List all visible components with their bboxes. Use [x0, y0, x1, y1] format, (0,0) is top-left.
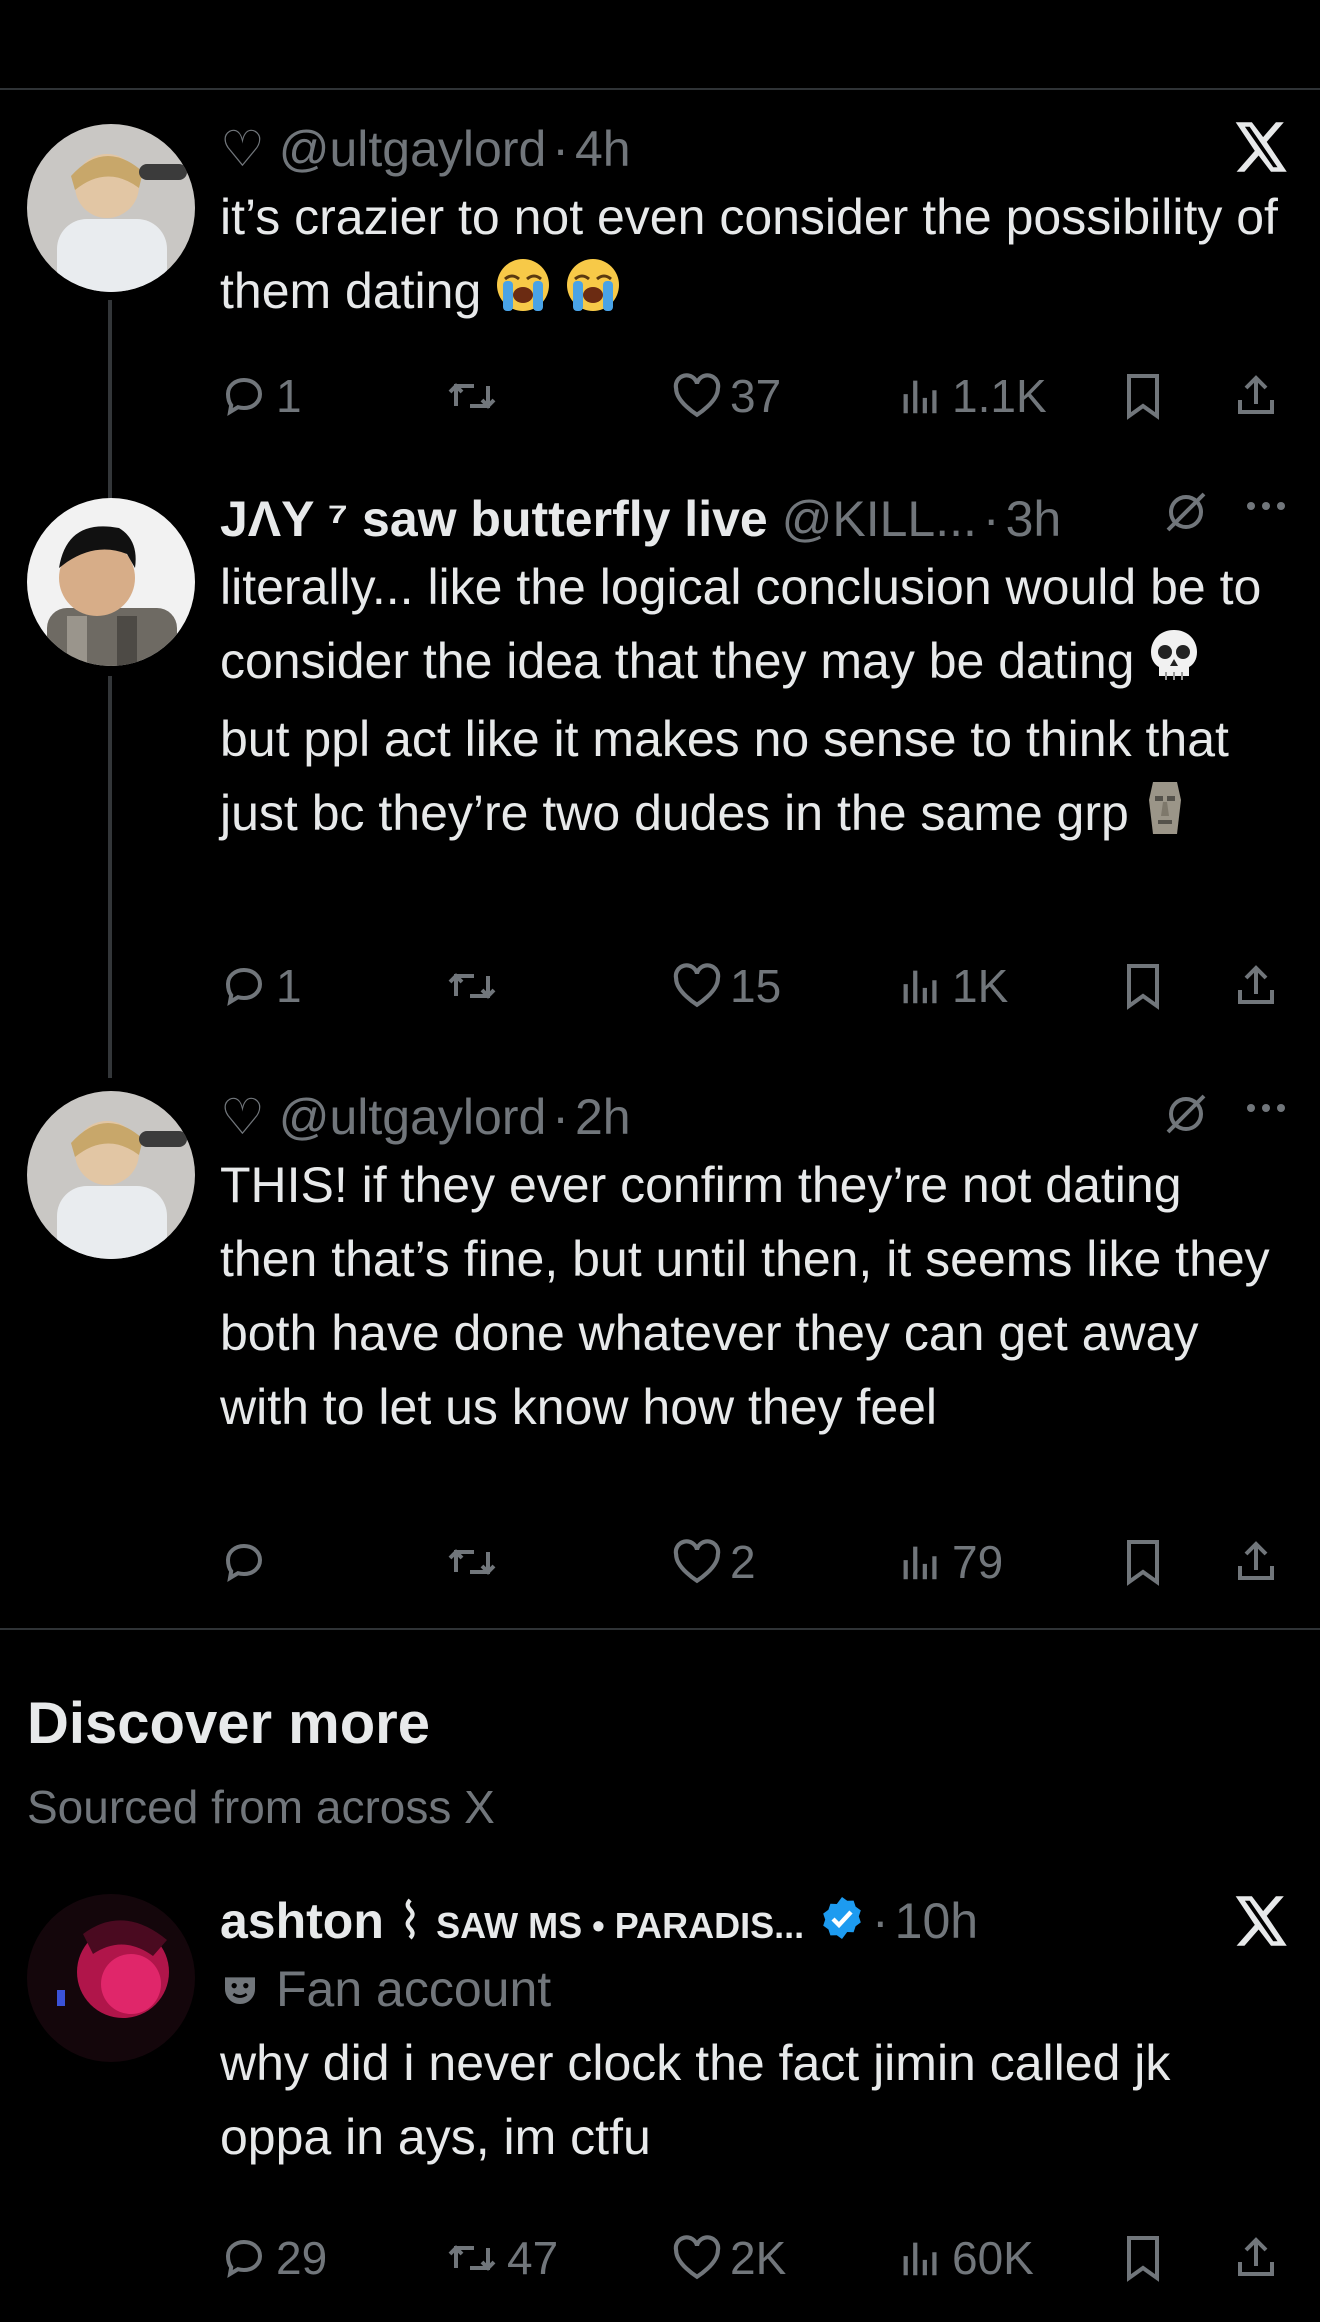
views-button[interactable]: 1K	[898, 956, 1008, 1016]
tweet-time[interactable]: 2h	[575, 1089, 631, 1145]
discover-subtitle: Sourced from across X	[27, 1781, 495, 1833]
share-button[interactable]	[1232, 1532, 1280, 1592]
discover-title: Discover more	[27, 1691, 430, 1756]
retweet-icon	[448, 1549, 496, 1575]
heart-icon	[673, 1539, 721, 1584]
tweet-text: literally... like the logical conclusion…	[220, 550, 1280, 856]
reply-button[interactable]: 1	[220, 956, 302, 1016]
tweet-1[interactable]: ♡ @ultgaylord · 4h it’s crazier to not eve…	[0, 88, 1320, 488]
fan-mask-icon	[225, 1977, 255, 2004]
tweet-text: THIS! if they ever confirm they’re not d…	[220, 1157, 1270, 1435]
like-button[interactable]: 37	[672, 366, 781, 426]
grok-icon[interactable]	[1162, 488, 1210, 541]
reply-icon	[225, 377, 263, 416]
heart-prefix: ♡	[220, 121, 265, 177]
top-bar	[0, 0, 1320, 90]
section-divider	[0, 1628, 1320, 1630]
avatar[interactable]	[27, 1894, 195, 2062]
grok-icon[interactable]	[1162, 1090, 1210, 1143]
avatar[interactable]	[27, 1091, 195, 1259]
author-handle[interactable]: @ultgaylord	[279, 1089, 547, 1145]
bookmark-icon	[1127, 1540, 1159, 1586]
author-name[interactable]: ashton	[220, 1893, 384, 1949]
heart-icon	[673, 373, 721, 418]
tweet-header: JΛY ⁷ saw butterfly live @KILL... · 3h	[220, 491, 1062, 547]
x-logo-icon[interactable]	[1235, 1896, 1289, 1951]
reply-icon	[225, 2239, 263, 2278]
views-icon	[903, 970, 937, 1004]
like-button[interactable]: 2	[672, 1532, 756, 1592]
link-icon: ⌇	[397, 1893, 423, 1949]
views-button[interactable]: 79	[898, 1532, 1003, 1592]
tweet-header: ♡ @ultgaylord · 4h	[220, 121, 631, 177]
like-button[interactable]: 2K	[672, 2228, 786, 2288]
bookmark-button[interactable]	[1123, 366, 1163, 426]
crying-face-emoji	[565, 257, 621, 333]
thread-line	[108, 676, 112, 1078]
reply-button[interactable]	[220, 1532, 276, 1592]
reply-button[interactable]: 29	[220, 2228, 327, 2288]
bookmark-button[interactable]	[1123, 2228, 1163, 2288]
views-icon	[903, 2242, 937, 2276]
views-button[interactable]: 1.1K	[898, 366, 1047, 426]
author-handle[interactable]: @ultgaylord	[279, 121, 547, 177]
tweet-time[interactable]: 10h	[895, 1893, 978, 1949]
tweet-time[interactable]: 3h	[1006, 491, 1062, 547]
tweet-3[interactable]: ♡ @ultgaylord · 2h THIS! if they ever conf…	[0, 1078, 1320, 1628]
bookmark-icon	[1127, 2236, 1159, 2282]
retweet-icon	[448, 383, 496, 409]
author-handle[interactable]: @KILL...	[782, 491, 977, 547]
share-icon	[1238, 2237, 1274, 2276]
reply-icon	[225, 1543, 263, 1582]
share-button[interactable]	[1232, 2228, 1280, 2288]
tweet-time[interactable]: 4h	[575, 121, 631, 177]
views-button[interactable]: 60K	[898, 2228, 1034, 2288]
bookmark-button[interactable]	[1123, 1532, 1163, 1592]
avatar[interactable]	[27, 124, 195, 292]
retweet-icon	[448, 2245, 496, 2271]
bookmark-icon	[1127, 964, 1159, 1010]
more-options-icon[interactable]	[1244, 1098, 1288, 1123]
reply-icon	[225, 967, 263, 1006]
fan-account-label: Fan account	[220, 1952, 1280, 2026]
more-options-icon[interactable]	[1244, 496, 1288, 521]
x-logo-icon[interactable]	[1235, 122, 1289, 177]
moai-emoji	[1143, 778, 1187, 856]
retweet-button[interactable]	[445, 956, 507, 1016]
share-button[interactable]	[1232, 366, 1280, 426]
share-icon	[1238, 965, 1274, 1004]
heart-prefix: ♡	[220, 1089, 265, 1145]
like-button[interactable]: 15	[672, 956, 781, 1016]
retweet-button[interactable]	[445, 366, 507, 426]
avatar[interactable]	[27, 498, 195, 666]
author-name[interactable]: JΛY ⁷ saw butterfly live	[220, 491, 768, 547]
views-icon	[903, 380, 937, 414]
tweet-text: it’s crazier to not even consider the po…	[220, 180, 1280, 333]
heart-icon	[673, 2235, 721, 2280]
verified-badge-icon	[818, 1894, 866, 1956]
discover-tweet[interactable]: ashton ⌇ SAW MS • PARADIS... · 10h Fan ac…	[0, 1890, 1320, 2322]
tweet-header: ashton ⌇ SAW MS • PARADIS... · 10h	[220, 1890, 1280, 1952]
retweet-icon	[448, 973, 496, 999]
retweet-button[interactable]: 47	[445, 2228, 558, 2288]
tweet-2[interactable]: JΛY ⁷ saw butterfly live @KILL... · 3h lit…	[0, 488, 1320, 1078]
share-button[interactable]	[1232, 956, 1280, 1016]
thread-line	[108, 300, 112, 488]
reply-button[interactable]: 1	[220, 366, 302, 426]
heart-icon	[673, 963, 721, 1008]
tweet-text: why did i never clock the fact jimin cal…	[220, 2035, 1171, 2165]
views-icon	[903, 1546, 937, 1580]
bookmark-button[interactable]	[1123, 956, 1163, 1016]
skull-emoji	[1148, 628, 1200, 702]
author-name-suffix[interactable]: SAW MS • PARADIS...	[436, 1905, 804, 1946]
crying-face-emoji	[495, 257, 551, 333]
share-icon	[1238, 1541, 1274, 1580]
tweet-header: ♡ @ultgaylord · 2h	[220, 1089, 631, 1145]
share-icon	[1238, 375, 1274, 414]
bookmark-icon	[1127, 374, 1159, 420]
retweet-button[interactable]	[445, 1532, 507, 1592]
